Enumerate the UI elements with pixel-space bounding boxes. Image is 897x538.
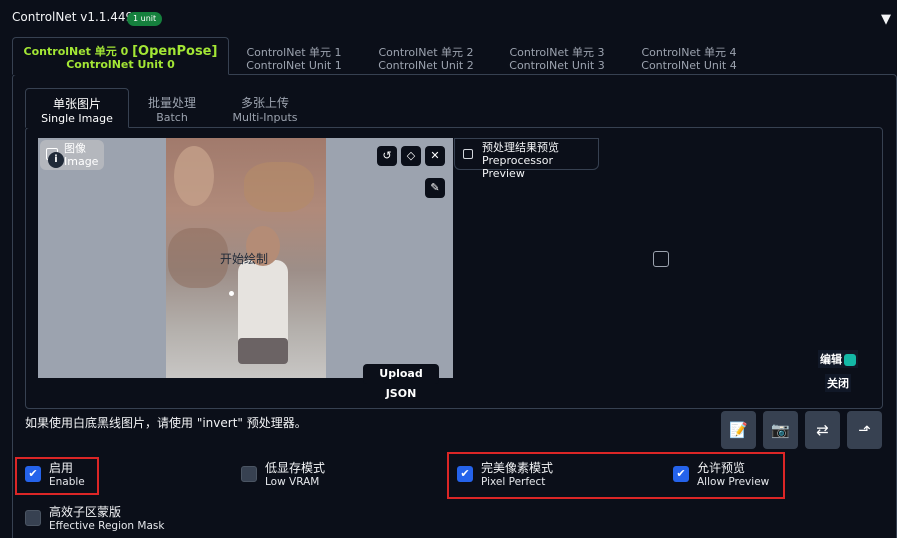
tab-unit-3-en: ControlNet Unit 3 (509, 59, 605, 72)
tab-batch-zh: 批量处理 (147, 96, 196, 110)
tab-single-image-en: Single Image (41, 112, 113, 125)
tab-unit-2-en: ControlNet Unit 2 (378, 59, 474, 72)
region-mask-label[interactable]: 高效子区蒙版 Effective Region Mask (49, 506, 164, 533)
tab-unit-3[interactable]: ControlNet 单元 3 ControlNet Unit 3 (499, 37, 615, 75)
swap-icon[interactable]: ⇄ (805, 411, 840, 449)
tab-unit-4[interactable]: ControlNet 单元 4 ControlNet Unit 4 (631, 37, 747, 75)
enable-label-en: Enable (49, 476, 85, 488)
image-icon (463, 149, 473, 159)
tab-unit-0-en: ControlNet Unit 0 (66, 58, 175, 71)
low-vram-label-en: Low VRAM (265, 476, 320, 488)
brush-icon[interactable]: ✎ (425, 178, 445, 198)
tab-multi-inputs[interactable]: 多张上传 Multi-Inputs (226, 88, 304, 128)
tab-multi-inputs-zh: 多张上传 (240, 96, 289, 110)
tab-single-image-zh: 单张图片 (52, 97, 101, 111)
upload-json-button[interactable]: Upload JSON (363, 364, 439, 400)
allow-preview-label-en: Allow Preview (697, 476, 770, 488)
image-label-zh: 图像 (64, 142, 86, 155)
pixel-perfect-checkbox[interactable]: ✔ (457, 466, 473, 482)
allow-preview-label[interactable]: 允许预览 Allow Preview (697, 462, 769, 489)
edit-label: 编辑 (820, 353, 842, 366)
edit-button[interactable]: 编辑 (818, 350, 858, 368)
region-mask-label-zh: 高效子区蒙版 (49, 505, 122, 519)
undo-icon[interactable]: ↺ (377, 146, 397, 166)
tab-unit-4-zh: ControlNet 单元 4 (641, 46, 737, 59)
enable-checkbox[interactable]: ✔ (25, 466, 41, 482)
unit-count-badge: 1 unit (127, 12, 163, 26)
invert-hint: 如果使用白底黑线图片，请使用 "invert" 预处理器。 (25, 416, 307, 430)
tab-batch[interactable]: 批量处理 Batch (138, 88, 206, 128)
tab-single-image[interactable]: 单张图片 Single Image (25, 88, 129, 128)
image-label-en: Image (64, 155, 99, 168)
tab-multi-inputs-en: Multi-Inputs (232, 111, 298, 124)
allow-preview-checkbox[interactable]: ✔ (673, 466, 689, 482)
start-drawing-text[interactable]: 开始绘制 (220, 250, 268, 267)
preprocessor-preview-zh: 预处理结果预览 (482, 141, 559, 154)
tab-unit-0[interactable]: ControlNet 单元 0 [OpenPose] ControlNet Un… (12, 37, 229, 75)
preprocessor-preview-label: 预处理结果预览 Preprocessor Preview (454, 138, 599, 180)
tab-unit-2-zh: ControlNet 单元 2 (378, 46, 474, 59)
tab-unit-1[interactable]: ControlNet 单元 1 ControlNet Unit 1 (236, 37, 352, 75)
clear-icon[interactable]: ✕ (425, 146, 445, 166)
pixel-perfect-label-zh: 完美像素模式 (481, 461, 554, 475)
enable-label[interactable]: 启用 Enable (49, 462, 85, 489)
close-button[interactable]: 关闭 (825, 374, 851, 392)
low-vram-checkbox[interactable] (241, 466, 257, 482)
tab-batch-en: Batch (156, 111, 188, 124)
preprocessor-preview-en: Preprocessor Preview (482, 154, 554, 180)
tab-unit-0-zh: ControlNet 单元 0 (23, 45, 129, 58)
low-vram-label-zh: 低显存模式 (265, 461, 326, 475)
pixel-perfect-label-en: Pixel Perfect (481, 476, 546, 488)
tab-unit-4-en: ControlNet Unit 4 (641, 59, 737, 72)
controlnet-title[interactable]: ControlNet v1.1.449 (12, 10, 133, 24)
camera-icon[interactable]: 📷 (763, 411, 798, 449)
tab-unit-0-tag: [OpenPose] (132, 44, 218, 59)
brush-cursor-dot (229, 291, 234, 296)
image-placeholder-icon (653, 251, 669, 267)
send-dimensions-icon[interactable]: ⬏ (847, 411, 882, 449)
collapse-icon[interactable]: ▼ (881, 12, 891, 27)
info-icon[interactable]: i (48, 152, 64, 168)
enable-label-zh: 启用 (49, 461, 74, 475)
eraser-icon[interactable]: ◇ (401, 146, 421, 166)
tab-unit-2[interactable]: ControlNet 单元 2 ControlNet Unit 2 (368, 37, 484, 75)
document-edit-icon[interactable]: 📝 (721, 411, 756, 449)
pixel-perfect-label[interactable]: 完美像素模式 Pixel Perfect (481, 462, 553, 489)
region-mask-checkbox[interactable] (25, 510, 41, 526)
allow-preview-label-zh: 允许预览 (697, 461, 746, 475)
tab-unit-1-zh: ControlNet 单元 1 (246, 46, 342, 59)
tab-unit-1-en: ControlNet Unit 1 (246, 59, 342, 72)
tab-unit-3-zh: ControlNet 单元 3 (509, 46, 605, 59)
low-vram-label[interactable]: 低显存模式 Low VRAM (265, 462, 325, 489)
edit-icon (844, 354, 856, 366)
region-mask-label-en: Effective Region Mask (49, 520, 165, 532)
